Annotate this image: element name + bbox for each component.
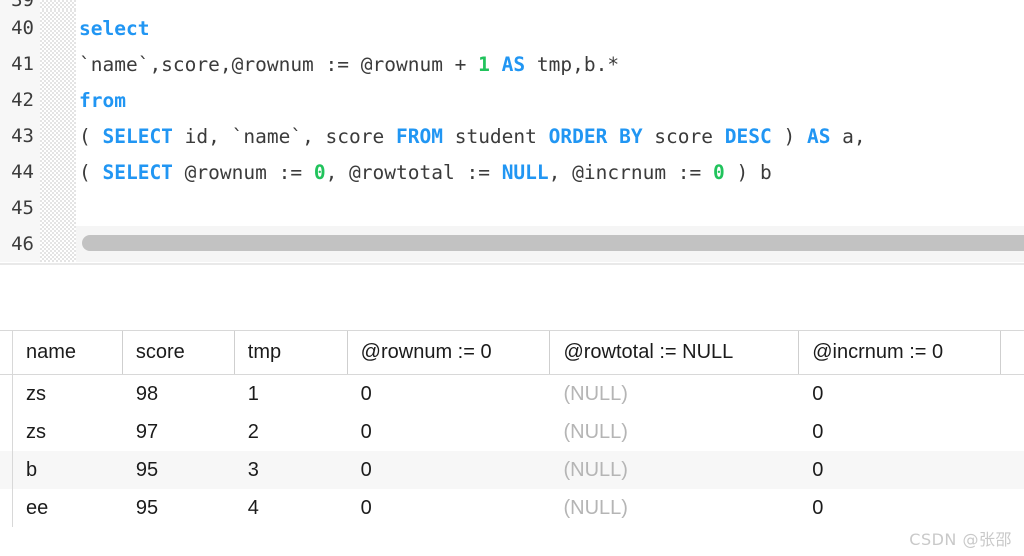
table-header-row: name score tmp @rownum := 0 @rowtotal :=… [0,331,1024,375]
cell-score[interactable]: 95 [123,451,235,489]
horizontal-scrollbar-thumb[interactable] [82,235,1024,251]
cell-rowtotal[interactable]: (NULL) [550,413,799,451]
cell-incrnum[interactable]: 0 [799,489,1001,527]
code-line-40[interactable]: 40 select [0,10,1024,46]
cell-rownum[interactable]: 0 [348,413,551,451]
cell-name[interactable]: zs [13,413,123,451]
code-line-42[interactable]: 42 from [0,82,1024,118]
cell-name[interactable]: ee [13,489,123,527]
row-selector-cell[interactable] [0,413,13,451]
line-number-43: 43 [0,118,40,154]
sql-code-editor[interactable]: 39 40 select 41 `name`,score,@rownum := … [0,0,1024,265]
row-selector-cell[interactable] [0,451,13,489]
code-line-39-text [76,0,1024,10]
line-number-45: 45 [0,190,40,226]
gutter-hatch-pattern [40,46,76,82]
row-selector-column-header[interactable] [0,331,13,374]
cell-tmp[interactable]: 1 [235,375,348,413]
code-line-41-text: `name`,score,@rownum := @rownum + 1 AS t… [79,52,620,76]
code-line-45[interactable]: 45 [0,190,1024,226]
gutter-hatch-pattern [40,0,76,10]
code-line-45-text [76,190,1024,226]
cell-score[interactable]: 95 [123,489,235,527]
cell-rowtotal[interactable]: (NULL) [550,451,799,489]
table-row[interactable]: zs 97 2 0 (NULL) 0 [0,413,1024,451]
cell-overflow [1001,489,1024,527]
line-number-44: 44 [0,154,40,190]
horizontal-scrollbar-track[interactable] [76,226,1024,262]
gutter-hatch-pattern [40,154,76,190]
code-line-44[interactable]: 44 ( SELECT @rownum := 0, @rowtotal := N… [0,154,1024,190]
table-row[interactable]: zs 98 1 0 (NULL) 0 [0,375,1024,413]
table-row[interactable]: ee 95 4 0 (NULL) 0 [0,489,1024,527]
cell-incrnum[interactable]: 0 [799,451,1001,489]
line-number-46: 46 [0,226,40,262]
code-line-44-text: ( SELECT @rownum := 0, @rowtotal := NULL… [79,160,772,184]
cell-tmp[interactable]: 2 [235,413,348,451]
row-selector-cell[interactable] [0,375,13,413]
cell-rowtotal[interactable]: (NULL) [550,489,799,527]
query-result-table[interactable]: name score tmp @rownum := 0 @rowtotal :=… [0,330,1024,527]
line-number-39: 39 [0,0,40,10]
code-line-40-text: select [79,16,150,40]
code-line-42-text: from [79,88,126,112]
cell-incrnum[interactable]: 0 [799,413,1001,451]
column-header-name[interactable]: name [13,331,123,374]
cell-rownum[interactable]: 0 [348,451,551,489]
code-line-46[interactable]: 46 [0,226,1024,262]
line-number-40: 40 [0,10,40,46]
cell-tmp[interactable]: 3 [235,451,348,489]
line-number-42: 42 [0,82,40,118]
cell-rownum[interactable]: 0 [348,489,551,527]
cell-incrnum[interactable]: 0 [799,375,1001,413]
table-row[interactable]: b 95 3 0 (NULL) 0 [0,451,1024,489]
column-header-rownum[interactable]: @rownum := 0 [348,331,551,374]
gutter-hatch-pattern [40,82,76,118]
cell-rowtotal[interactable]: (NULL) [550,375,799,413]
cell-overflow [1001,375,1024,413]
cell-score[interactable]: 98 [123,375,235,413]
column-header-overflow[interactable] [1001,331,1024,374]
gutter-hatch-pattern [40,190,76,226]
gutter-hatch-pattern [40,118,76,154]
gutter-hatch-pattern [40,10,76,46]
cell-rownum[interactable]: 0 [348,375,551,413]
cell-overflow [1001,451,1024,489]
cell-overflow [1001,413,1024,451]
column-header-tmp[interactable]: tmp [235,331,348,374]
column-header-rowtotal[interactable]: @rowtotal := NULL [550,331,800,374]
column-header-score[interactable]: score [123,331,235,374]
gutter-hatch-pattern [40,226,76,262]
code-line-43[interactable]: 43 ( SELECT id, `name`, score FROM stude… [0,118,1024,154]
column-header-incrnum[interactable]: @incrnum := 0 [799,331,1002,374]
code-line-41[interactable]: 41 `name`,score,@rownum := @rownum + 1 A… [0,46,1024,82]
csdn-watermark: CSDN @张邵 [909,530,1012,549]
code-line-39: 39 [0,0,1024,10]
code-line-43-text: ( SELECT id, `name`, score FROM student … [79,124,866,148]
line-number-41: 41 [0,46,40,82]
cell-name[interactable]: zs [13,375,123,413]
row-selector-cell[interactable] [0,489,13,527]
cell-tmp[interactable]: 4 [235,489,348,527]
code-block-bottom-edge [0,263,1024,265]
cell-name[interactable]: b [13,451,123,489]
cell-score[interactable]: 97 [123,413,235,451]
